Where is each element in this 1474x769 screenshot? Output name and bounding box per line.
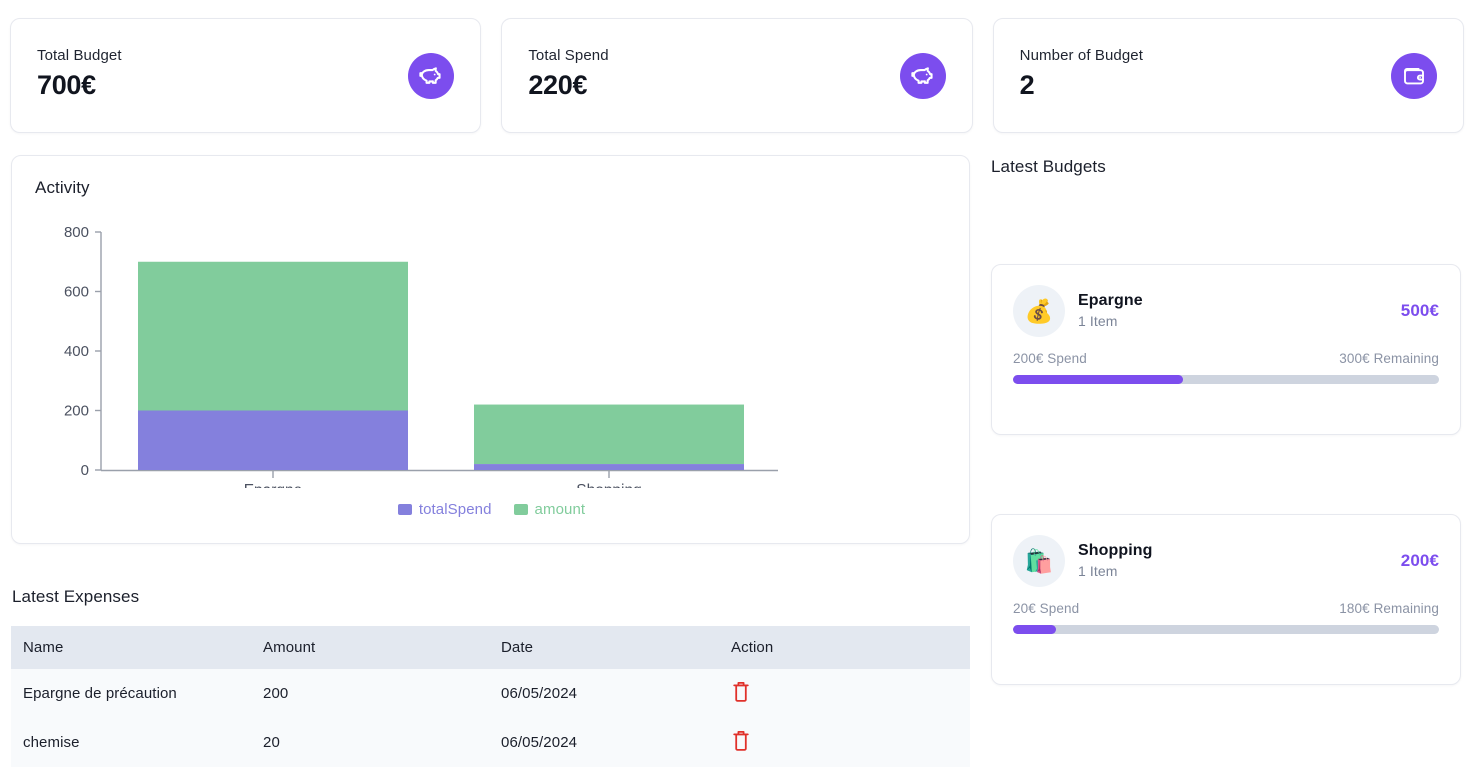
budget-card-epargne[interactable]: 💰 Epargne 1 Item 500€ 200€ Spend 300€ Re… (991, 264, 1461, 435)
activity-title: Activity (35, 178, 90, 197)
y-tick-label: 800 (64, 224, 89, 241)
budget-meta: Shopping 1 Item (1078, 541, 1153, 581)
budget-item-count: 1 Item (1078, 563, 1118, 579)
bar-segment-total-spend (138, 410, 408, 470)
budget-item-count: 1 Item (1078, 313, 1118, 329)
y-tick-label: 200 (64, 403, 89, 420)
column-header-date: Date (489, 626, 719, 669)
money-bag-icon: 💰 (1013, 285, 1065, 337)
budget-figures: 20€ Spend 180€ Remaining (1013, 601, 1439, 616)
table-row: chemise 20 06/05/2024 (11, 718, 970, 767)
budget-amount: 500€ (1400, 301, 1439, 320)
bar-segment-amount (474, 404, 744, 465)
chart-svg: 800 600 400 200 0 Epar (64, 224, 778, 488)
piggy-bank-icon (408, 52, 455, 99)
delete-icon (733, 731, 749, 751)
latest-budgets-title: Latest Budgets (991, 157, 1106, 176)
budget-name: Shopping (1078, 542, 1153, 559)
wallet-icon (1390, 52, 1437, 99)
piggy-bank-icon (899, 52, 946, 99)
budget-amount: 200€ (1400, 551, 1439, 570)
legend-label: amount (534, 501, 586, 518)
cell-date: 06/05/2024 (489, 718, 719, 767)
column-header-action: Action (719, 626, 970, 669)
cell-action (719, 718, 970, 767)
budget-progress-fill (1013, 375, 1184, 384)
column-header-name: Name (11, 626, 251, 669)
cell-amount: 20 (251, 718, 489, 767)
budget-figures: 200€ Spend 300€ Remaining (1013, 351, 1439, 366)
budget-meta: Epargne 1 Item (1078, 291, 1143, 331)
stat-label: Number of Budget (1019, 47, 1143, 64)
y-tick-label: 400 (64, 343, 89, 360)
budget-spend-label: 200€ Spend (1013, 351, 1087, 366)
budget-progress-fill (1013, 625, 1056, 634)
budget-remaining-label: 180€ Remaining (1339, 601, 1439, 616)
bar-segment-total-spend (474, 464, 744, 470)
bar-segment-amount (138, 261, 408, 411)
cell-action (719, 669, 970, 718)
x-tick-label: Shopping (576, 482, 642, 488)
dashboard-page: Total Budget 700€ Total Spend 220€ Numbe… (0, 0, 1474, 769)
y-tick-label: 600 (64, 284, 89, 301)
stat-label: Total Budget (37, 47, 122, 64)
delete-icon (733, 682, 749, 702)
legend-item-total-spend[interactable]: totalSpend (397, 501, 492, 518)
cell-amount: 200 (251, 669, 489, 718)
stat-card-number-of-budget: Number of Budget 2 (992, 18, 1464, 133)
stat-card-total-budget: Total Budget 700€ (10, 18, 482, 133)
y-tick-label: 0 (81, 462, 89, 479)
legend-swatch-icon (513, 504, 528, 515)
stat-card-total-spend: Total Spend 220€ (501, 18, 973, 133)
legend-item-amount[interactable]: amount (513, 501, 586, 518)
budget-progress-bar (1013, 375, 1439, 384)
delete-expense-button[interactable] (731, 681, 751, 706)
budget-card-header: 💰 Epargne 1 Item 500€ (1013, 285, 1439, 337)
chart-legend: totalSpend amount (12, 501, 971, 518)
bar-group-shopping (474, 404, 744, 470)
latest-expenses-title: Latest Expenses (12, 587, 140, 606)
budget-card-shopping[interactable]: 🛍️ Shopping 1 Item 200€ 20€ Spend 180€ R… (991, 514, 1461, 685)
latest-expenses-table: Name Amount Date Action Epargne de préca… (11, 626, 970, 767)
stats-row: Total Budget 700€ Total Spend 220€ Numbe… (10, 18, 1464, 133)
cell-date: 06/05/2024 (489, 669, 719, 718)
legend-label: totalSpend (418, 501, 492, 518)
column-header-amount: Amount (251, 626, 489, 669)
budget-progress-bar (1013, 625, 1439, 634)
budget-name: Epargne (1078, 292, 1143, 309)
activity-chart: 800 600 400 200 0 Epar (12, 218, 971, 488)
budget-card-header: 🛍️ Shopping 1 Item 200€ (1013, 535, 1439, 587)
table-header-row: Name Amount Date Action (11, 626, 970, 669)
budget-remaining-label: 300€ Remaining (1339, 351, 1439, 366)
shopping-bags-icon: 🛍️ (1013, 535, 1065, 587)
stat-value: 2 (1019, 70, 1035, 100)
cell-name: chemise (11, 718, 251, 767)
table-row: Epargne de précaution 200 06/05/2024 (11, 669, 970, 718)
stat-value: 220€ (528, 70, 588, 100)
delete-expense-button[interactable] (731, 730, 751, 755)
legend-swatch-icon (397, 504, 412, 515)
x-tick-label: Epargne (244, 482, 303, 488)
activity-chart-card: Activity 800 600 400 200 0 totalSpend am… (11, 155, 970, 544)
bar-group-epargne (138, 261, 408, 470)
stat-value: 700€ (37, 70, 96, 100)
stat-label: Total Spend (528, 47, 609, 64)
cell-name: Epargne de précaution (11, 669, 251, 718)
budget-spend-label: 20€ Spend (1013, 601, 1080, 616)
